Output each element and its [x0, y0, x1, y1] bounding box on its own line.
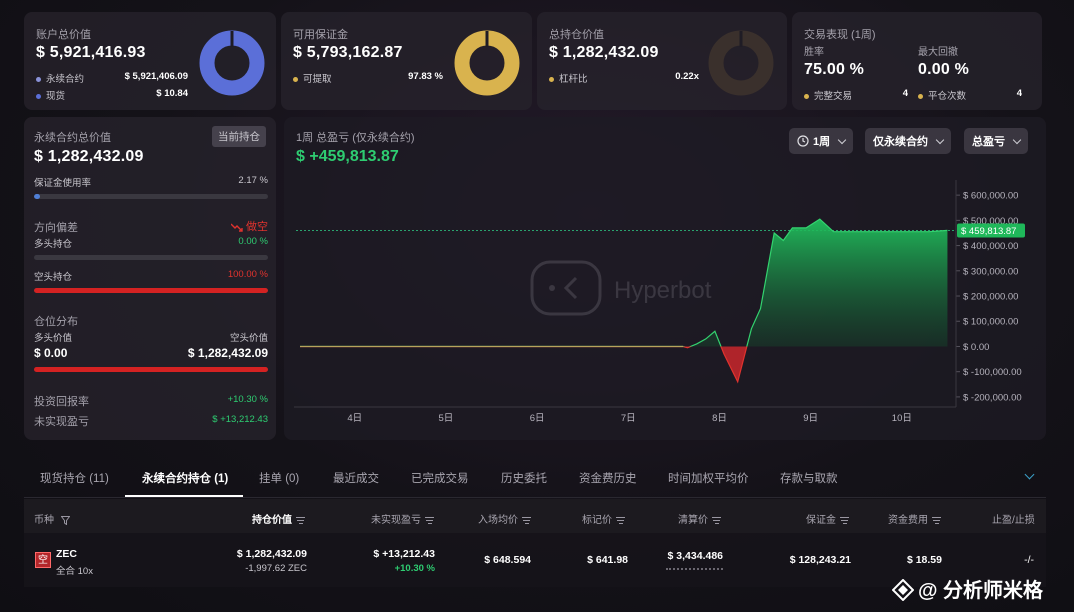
row-entry-price: $ 648.594	[484, 554, 531, 566]
x-tick-label: 9日	[803, 413, 818, 424]
sort-icon	[840, 516, 849, 524]
tab-3[interactable]: 最近成交	[333, 470, 379, 486]
y-tick-label: $ 200,000.00	[963, 292, 1018, 303]
row-margin-mode: 全合 10x	[56, 566, 93, 577]
current-value-label: $ 459,813.87	[961, 226, 1016, 237]
y-tick-label: $ 0.00	[963, 342, 989, 353]
row-liquidation-price: $ 3,434.486	[667, 550, 723, 562]
y-tick-label: $ 300,000.00	[963, 266, 1018, 277]
x-axis: 4日 5日 6日 7日 8日 9日 10日	[347, 413, 912, 424]
row-unrealized-pnl-pct: +10.30 %	[394, 563, 435, 574]
tab-1[interactable]: 永续合约持仓 (1)	[142, 470, 228, 486]
row-margin: $ 128,243.21	[789, 554, 851, 566]
header-tpsl[interactable]: 止盈/止损	[992, 511, 1035, 526]
row-position-value: $ 1,282,432.09	[236, 548, 307, 560]
y-tick-label: $ -100,000.00	[963, 367, 1022, 378]
sort-icon	[616, 516, 625, 524]
header-funding[interactable]: 资金费用	[888, 511, 941, 526]
sort-icon	[296, 516, 305, 524]
header-position-value[interactable]: 持仓价值	[252, 511, 305, 526]
diamond-logo-icon	[891, 578, 915, 602]
y-tick-label: $ 100,000.00	[963, 317, 1018, 328]
tab-4[interactable]: 已完成交易	[411, 470, 469, 486]
y-tick-label: $ 400,000.00	[963, 241, 1018, 252]
x-tick-label: 7日	[621, 413, 636, 424]
header-mark-price[interactable]: 标记价	[582, 511, 625, 526]
header-entry-price[interactable]: 入场均价	[478, 511, 531, 526]
author-watermark: @ 分析师米格	[891, 574, 1043, 603]
tab-7[interactable]: 时间加权平均价	[668, 470, 749, 486]
watermark-text: Hyperbot	[614, 277, 712, 304]
row-position-size: -1,997.62 ZEC	[245, 563, 307, 574]
sort-icon	[425, 516, 434, 524]
sort-icon	[932, 516, 941, 524]
tab-2[interactable]: 挂单 (0)	[259, 470, 299, 486]
x-tick-label: 10日	[892, 413, 912, 424]
row-unrealized-pnl: $ +13,212.43	[373, 548, 435, 560]
chart-watermark: Hyperbot	[530, 260, 712, 316]
y-axis: $ 600,000.00$ 500,000.00$ 400,000.00$ 30…	[956, 191, 1022, 403]
y-tick-label: $ 600,000.00	[963, 191, 1018, 202]
row-coin[interactable]: ZEC	[56, 548, 77, 560]
header-coin[interactable]: 币种	[34, 511, 71, 526]
short-side-badge: 空	[35, 552, 51, 568]
x-tick-label: 6日	[530, 413, 545, 424]
y-tick-label: $ -200,000.00	[963, 392, 1022, 403]
sort-icon	[522, 516, 531, 524]
current-value-tag: $ 459,813.87	[957, 223, 1025, 238]
x-tick-label: 8日	[712, 413, 727, 424]
header-unrealized-pnl[interactable]: 未实现盈亏	[371, 511, 434, 526]
row-mark-price: $ 641.98	[587, 554, 628, 566]
sort-icon	[712, 516, 721, 524]
liquidation-dotted-underline	[666, 568, 723, 570]
header-margin[interactable]: 保证金	[806, 511, 849, 526]
row-tpsl[interactable]: -/-	[1000, 554, 1034, 566]
row-funding: $ 18.59	[906, 554, 942, 566]
tab-0[interactable]: 现货持仓 (11)	[40, 470, 109, 486]
collapse-toggle[interactable]	[1024, 469, 1038, 483]
x-tick-label: 4日	[347, 413, 362, 424]
tabs-divider	[24, 497, 1046, 498]
tab-6[interactable]: 资金费历史	[579, 470, 637, 486]
filter-icon	[60, 515, 71, 526]
x-tick-label: 5日	[439, 413, 454, 424]
tab-5[interactable]: 历史委托	[501, 470, 547, 486]
chevron-down-icon	[1024, 469, 1035, 480]
header-liquidation-price[interactable]: 清算价	[678, 511, 721, 526]
tab-8[interactable]: 存款与取款	[780, 470, 838, 486]
